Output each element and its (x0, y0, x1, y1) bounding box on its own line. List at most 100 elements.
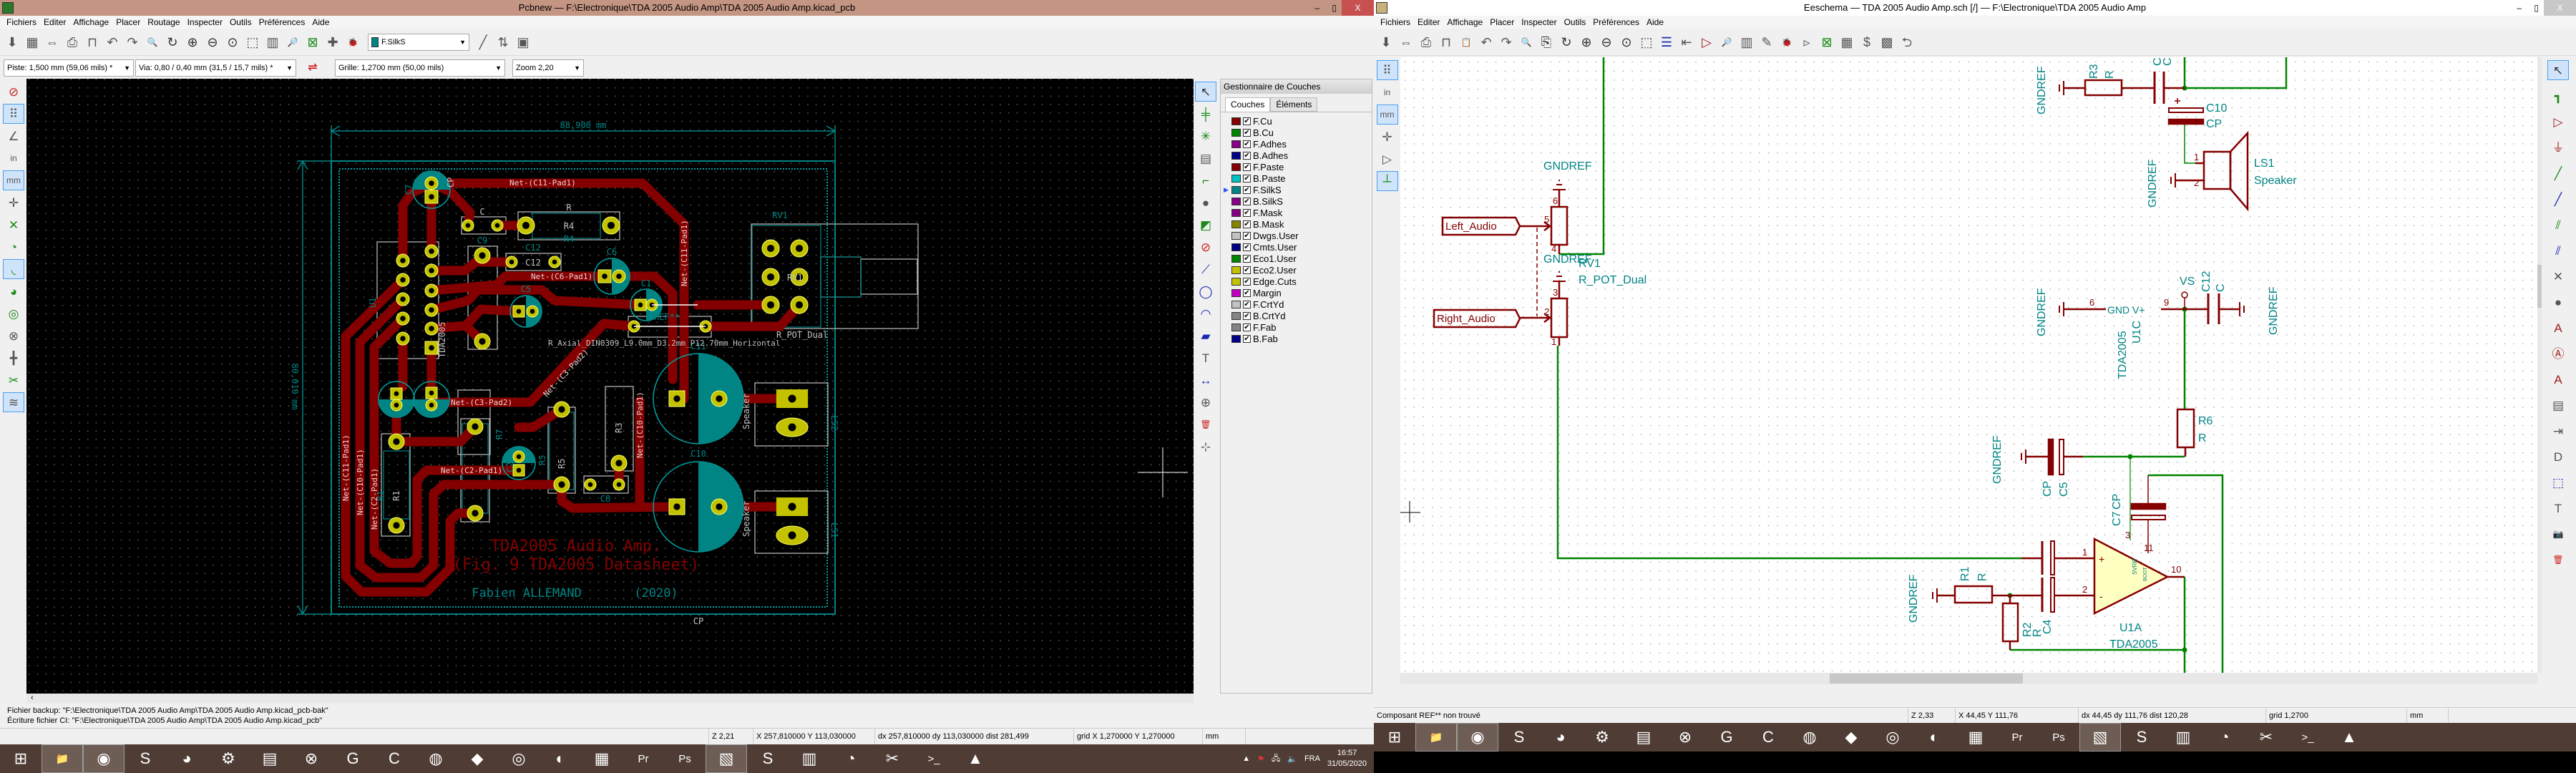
microwave-icon[interactable]: ╋ (3, 348, 24, 368)
units-inch-icon[interactable]: in (1377, 82, 1398, 102)
zoom-fit-icon[interactable]: ⊙ (223, 31, 242, 53)
disk-tool-icon[interactable]: ◔ (830, 744, 872, 773)
video-editor-icon[interactable]: ▦ (581, 744, 623, 773)
redo-icon[interactable]: ↷ (123, 31, 142, 53)
bom-icon[interactable]: ▦ (1838, 31, 1856, 53)
add-symbol-icon[interactable]: ▷ (2547, 112, 2569, 132)
layer-row[interactable]: ✔ B.Paste (1221, 172, 1372, 184)
discord-icon[interactable]: ◕ (1540, 723, 1581, 752)
pcb-horizontal-scrollbar[interactable]: ‹ (26, 694, 1194, 704)
add-graphic-line-icon[interactable]: ⬚ (2547, 472, 2569, 492)
game-launcher-icon[interactable]: G (332, 744, 374, 773)
schematic-canvas[interactable]: Left_Audio Right_Audio 5 6 4 2 3 1 1 2 6… (1400, 57, 2537, 673)
menu-aide[interactable]: Aide (1643, 16, 1667, 29)
skype-icon[interactable]: S (1498, 723, 1540, 752)
highlight-net-icon[interactable]: ┓ (2547, 86, 2569, 106)
add-sheet-icon[interactable]: ▤ (2547, 395, 2569, 415)
skype-icon[interactable]: S (125, 744, 166, 773)
no-connect-icon[interactable]: ✕ (2547, 266, 2569, 286)
xbox-icon[interactable]: ⊗ (1664, 723, 1706, 752)
menu-inspecter[interactable]: Inspecter (184, 16, 226, 29)
add-junction-icon[interactable]: ⦁ (2547, 292, 2569, 312)
board-setup-icon[interactable]: ▦ (23, 31, 42, 53)
layer-visibility-checkbox[interactable]: ✔ (1243, 208, 1251, 217)
page-settings-icon[interactable]: ⇔ (43, 31, 62, 53)
add-power-icon[interactable]: ⏚ (2547, 137, 2569, 157)
menu-editer[interactable]: Editer (1414, 16, 1443, 29)
update-pcb-icon[interactable]: ✚ (323, 31, 342, 53)
bom-dollar-icon[interactable]: $ (1858, 31, 1876, 53)
layer-color-swatch[interactable] (1231, 185, 1241, 194)
redo-icon[interactable]: ↷ (1497, 31, 1516, 53)
save-icon[interactable]: ⬇ (1377, 31, 1395, 53)
layer-color-swatch[interactable] (1231, 300, 1241, 308)
layer-row[interactable]: ✔ B.Cu (1221, 127, 1372, 138)
menu-routage[interactable]: Routage (144, 16, 183, 29)
paste-icon[interactable]: 📋 (1457, 31, 1475, 53)
wire-angle-icon[interactable]: ┴ (1376, 171, 1398, 191)
layer-visibility-checkbox[interactable]: ✔ (1243, 117, 1251, 125)
layer-color-swatch[interactable] (1231, 323, 1241, 331)
zoom-selection-icon[interactable]: ⬚ (243, 31, 262, 53)
erc-bug-icon[interactable]: 🐞 (1777, 31, 1796, 53)
photoshop-icon[interactable]: Ps (664, 744, 706, 773)
net-highlight-icon[interactable]: ✂ (3, 370, 24, 390)
grid-toggle-icon[interactable]: ⠿ (1376, 60, 1398, 80)
layer-color-swatch[interactable] (1231, 334, 1241, 343)
print-icon[interactable]: ⎙ (1417, 31, 1435, 53)
find-icon[interactable]: 🔍 (143, 31, 162, 53)
layer-row[interactable]: ✔ Dwgs.User (1221, 230, 1372, 241)
netlist-icon[interactable]: ⊠ (303, 31, 322, 53)
zoom-fit-icon[interactable]: ⊙ (1617, 31, 1636, 53)
units-mm-icon[interactable]: mm (1376, 104, 1398, 125)
minecraft-icon[interactable]: ◆ (457, 744, 498, 773)
close-button[interactable]: X (1342, 0, 1374, 16)
terminal-icon[interactable]: >_ (2287, 723, 2328, 752)
menu-fichiers[interactable]: Fichiers (1377, 16, 1414, 29)
premiere-icon[interactable]: Pr (623, 744, 664, 773)
layer-color-swatch[interactable] (1231, 140, 1241, 148)
tab-elements[interactable]: Éléments (1270, 97, 1318, 112)
layer-visibility-checkbox[interactable]: ✔ (1243, 162, 1251, 171)
layer-color-swatch[interactable] (1231, 266, 1241, 274)
control-panel-icon[interactable]: ▤ (249, 744, 291, 773)
ratsnest-icon[interactable]: ✕ (3, 215, 24, 235)
menu-fichiers[interactable]: Fichiers (3, 16, 40, 29)
snipping-tool-icon[interactable]: ✂ (872, 744, 913, 773)
zoom-in-icon[interactable]: ⊕ (1577, 31, 1596, 53)
file-explorer-icon[interactable]: 📁 (42, 744, 83, 773)
layer-visibility-checkbox[interactable]: ✔ (1243, 243, 1251, 251)
layer-visibility-checkbox[interactable]: ✔ (1243, 300, 1251, 308)
refresh-icon[interactable]: ↻ (1557, 31, 1576, 53)
add-label-icon[interactable]: A (2547, 318, 2569, 338)
autoroute-icon[interactable]: ⇅ (494, 31, 512, 53)
netlist-icon[interactable]: ⊠ (1818, 31, 1836, 53)
minimize-button[interactable]: ‒ (1314, 0, 1319, 16)
menu-affichage[interactable]: Affichage (1443, 16, 1486, 29)
menu-affichage[interactable]: Affichage (69, 16, 112, 29)
layer-visibility-checkbox[interactable]: ✔ (1243, 185, 1251, 194)
add-wire-icon[interactable]: ╱ (2547, 163, 2569, 183)
discord-icon[interactable]: ◕ (166, 744, 208, 773)
layer-row[interactable]: ✔ Eco1.User (1221, 253, 1372, 264)
layer-row[interactable]: ✔ F.Mask (1221, 207, 1372, 218)
xbox-icon[interactable]: ⊗ (291, 744, 332, 773)
network-tray-icon[interactable]: 🖧 (1272, 752, 1280, 766)
leave-sheet-icon[interactable]: ⇤ (1677, 31, 1696, 53)
page-settings-icon[interactable]: ⇔ (1397, 31, 1415, 53)
premiere-icon[interactable]: Pr (1996, 723, 2038, 752)
uplay-icon[interactable]: ◎ (498, 744, 540, 773)
chrome-icon[interactable]: ◉ (1457, 723, 1498, 752)
find-icon[interactable]: 🔍 (1517, 31, 1536, 53)
chrome-icon[interactable]: ◉ (83, 744, 125, 773)
hidden-pins-icon[interactable]: ▷ (1377, 149, 1398, 169)
layer-visibility-checkbox[interactable]: ✔ (1243, 151, 1251, 160)
keepout-area-icon[interactable]: ⊘ (1195, 237, 1216, 257)
pads-sketch-icon[interactable]: ◔ (3, 237, 24, 257)
zoom-out-icon[interactable]: ⊖ (203, 31, 222, 53)
layer-visibility-checkbox[interactable]: ✔ (1243, 334, 1251, 343)
highlight-net-icon[interactable]: ╪ (1195, 104, 1216, 124)
layer-row[interactable]: ▶ ✔ F.SilkS (1221, 184, 1372, 195)
add-footprint-icon[interactable]: ▤ (1195, 148, 1216, 168)
layer-color-swatch[interactable] (1231, 117, 1241, 125)
